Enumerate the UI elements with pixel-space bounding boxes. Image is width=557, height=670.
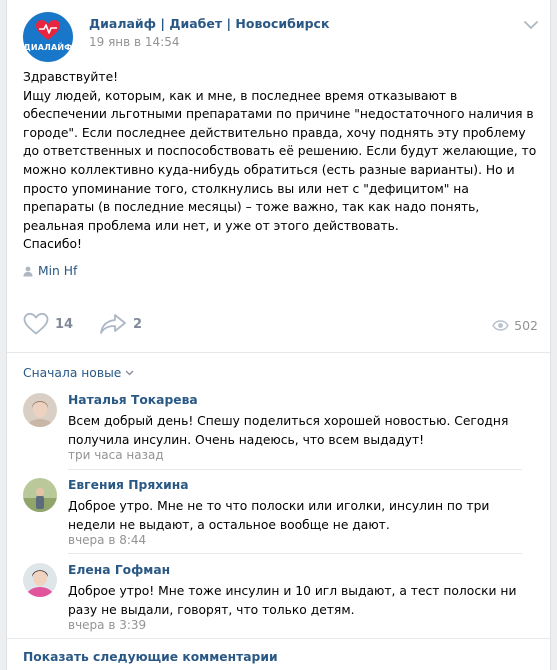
comment-text: Всем добрый день! Спешу поделиться хорош… — [68, 414, 509, 447]
post-text: Здравствуйте! Ищу людей, которым, как и … — [23, 70, 537, 252]
commenter-avatar[interactable] — [23, 478, 57, 512]
comment-item: Евгения Пряхина Доброе утро. Мне не то ч… — [23, 478, 538, 548]
share-arrow-icon — [100, 314, 126, 334]
group-avatar[interactable]: ДИАЛАЙФ — [23, 12, 73, 62]
comment-author[interactable]: Наталья Токарева — [68, 393, 198, 407]
sort-label: Сначала новые — [23, 366, 122, 380]
commenter-avatar[interactable] — [23, 393, 57, 427]
user-photo-icon — [23, 563, 57, 597]
share-button[interactable]: 2 — [99, 313, 142, 335]
post-card: ДИАЛАЙФ Диалайф | Диабет | Новосибирск 1… — [6, 0, 551, 670]
comment-divider — [68, 553, 522, 554]
signer-name: Min Hf — [38, 264, 78, 278]
eye-icon — [492, 320, 509, 331]
like-button[interactable]: 14 — [23, 312, 73, 336]
comments-sort-dropdown[interactable]: Сначала новые — [23, 366, 134, 380]
comment-author[interactable]: Евгения Пряхина — [68, 478, 189, 492]
post-signer[interactable]: Min Hf — [23, 264, 77, 278]
user-photo-icon — [23, 393, 57, 427]
person-icon — [23, 266, 33, 277]
comment-text: Доброе утро! Мне тоже инсулин и 10 игл в… — [68, 584, 517, 617]
group-name-link[interactable]: Диалайф | Диабет | Новосибирск — [89, 16, 329, 31]
show-more-comments-link[interactable]: Показать следующие комментарии — [23, 650, 278, 664]
comment-item: Наталья Токарева Всем добрый день! Спешу… — [23, 393, 538, 463]
group-logo-text: ДИАЛАЙФ — [23, 43, 73, 52]
like-count: 14 — [55, 316, 74, 332]
post-actions: 14 2 502 — [23, 312, 538, 340]
chevron-down-icon — [125, 370, 134, 376]
comment-time[interactable]: вчера в 8:44 — [68, 533, 146, 547]
chevron-down-icon[interactable] — [523, 20, 539, 30]
views-counter: 502 — [492, 318, 538, 333]
comment-item: Елена Гофман Доброе утро! Мне тоже инсул… — [23, 563, 538, 633]
comment-text: Доброе утро. Мне не то что полоски или и… — [68, 499, 490, 532]
views-count: 502 — [514, 318, 538, 333]
commenter-avatar[interactable] — [23, 563, 57, 597]
user-photo-icon — [23, 478, 57, 512]
comment-author[interactable]: Елена Гофман — [68, 563, 170, 577]
post-date[interactable]: 19 янв в 14:54 — [89, 35, 180, 49]
divider — [7, 638, 550, 639]
heart-icon — [23, 312, 49, 335]
post-header: ДИАЛАЙФ Диалайф | Диабет | Новосибирск 1… — [23, 12, 543, 62]
divider — [7, 352, 550, 353]
share-count: 2 — [133, 316, 143, 332]
comment-divider — [68, 469, 522, 470]
heart-pulse-icon — [36, 20, 60, 40]
comment-time[interactable]: три часа назад — [68, 448, 164, 462]
comment-time[interactable]: вчера в 3:39 — [68, 618, 146, 632]
